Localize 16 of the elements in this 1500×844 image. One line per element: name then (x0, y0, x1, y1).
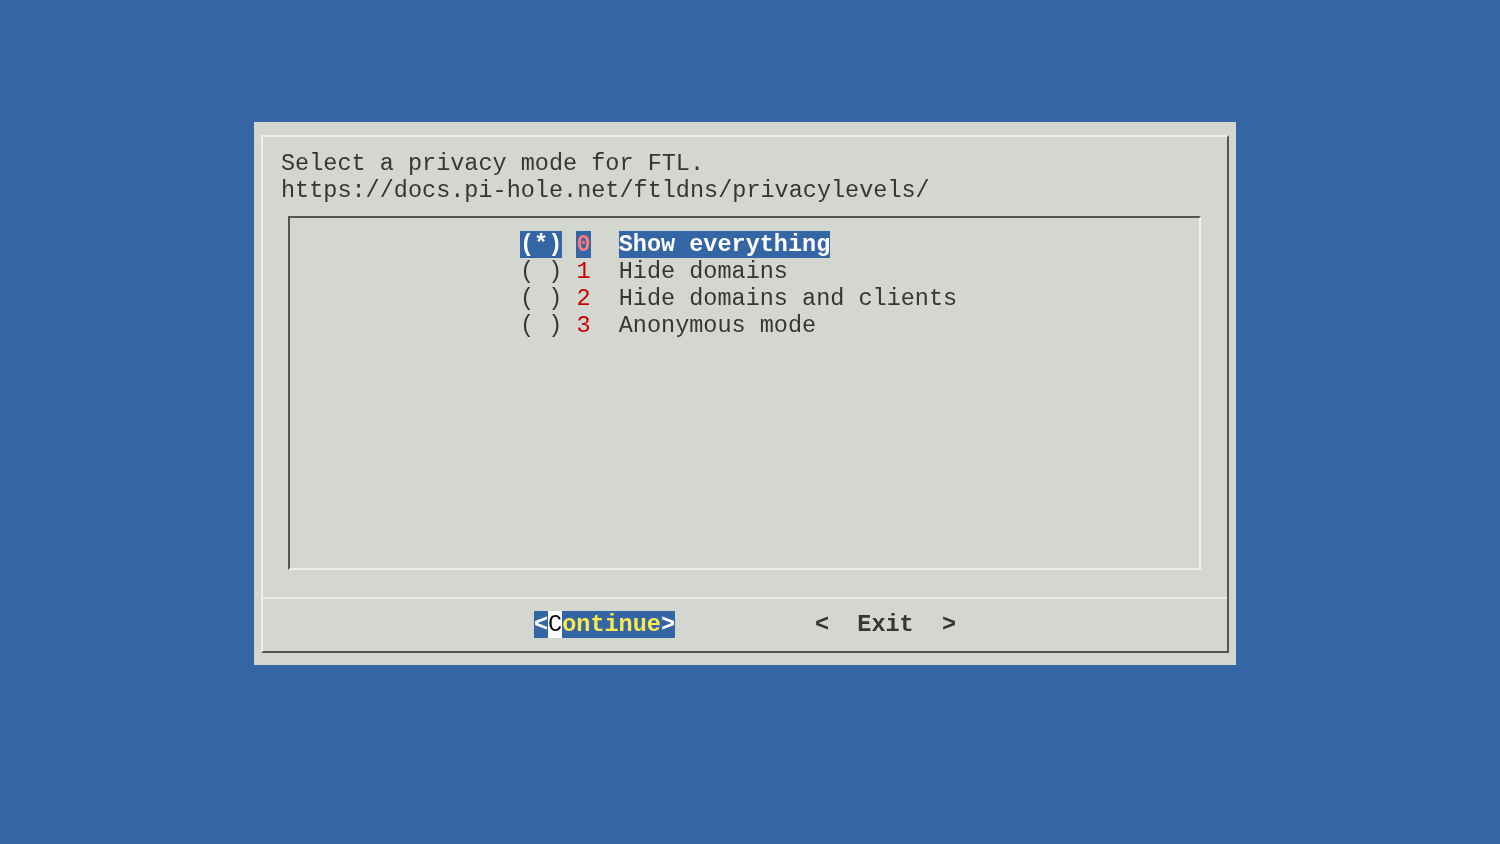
option-number: 1 (576, 258, 591, 285)
option-label[interactable]: Hide domains and clients (618, 285, 958, 312)
radio-marker[interactable]: (*) (520, 231, 563, 258)
radio-marker[interactable]: ( ) (520, 258, 563, 285)
option-label[interactable]: Show everything (618, 231, 831, 258)
option-label[interactable]: Hide domains (618, 258, 788, 285)
option-number: 0 (576, 231, 591, 258)
prompt-text: Select a privacy mode for FTL. (281, 150, 705, 177)
url-text: https://docs.pi-hole.net/ftldns/privacylevels/ (281, 177, 930, 204)
option-label[interactable]: Anonymous mode (618, 312, 817, 339)
option-number: 3 (576, 312, 591, 339)
radio-marker[interactable]: ( ) (520, 312, 563, 339)
dialog-button[interactable]: < Exit > (815, 611, 957, 638)
radio-marker[interactable]: ( ) (520, 285, 563, 312)
dialog-button[interactable]: <Continue> (533, 611, 675, 638)
option-number: 2 (576, 285, 591, 312)
